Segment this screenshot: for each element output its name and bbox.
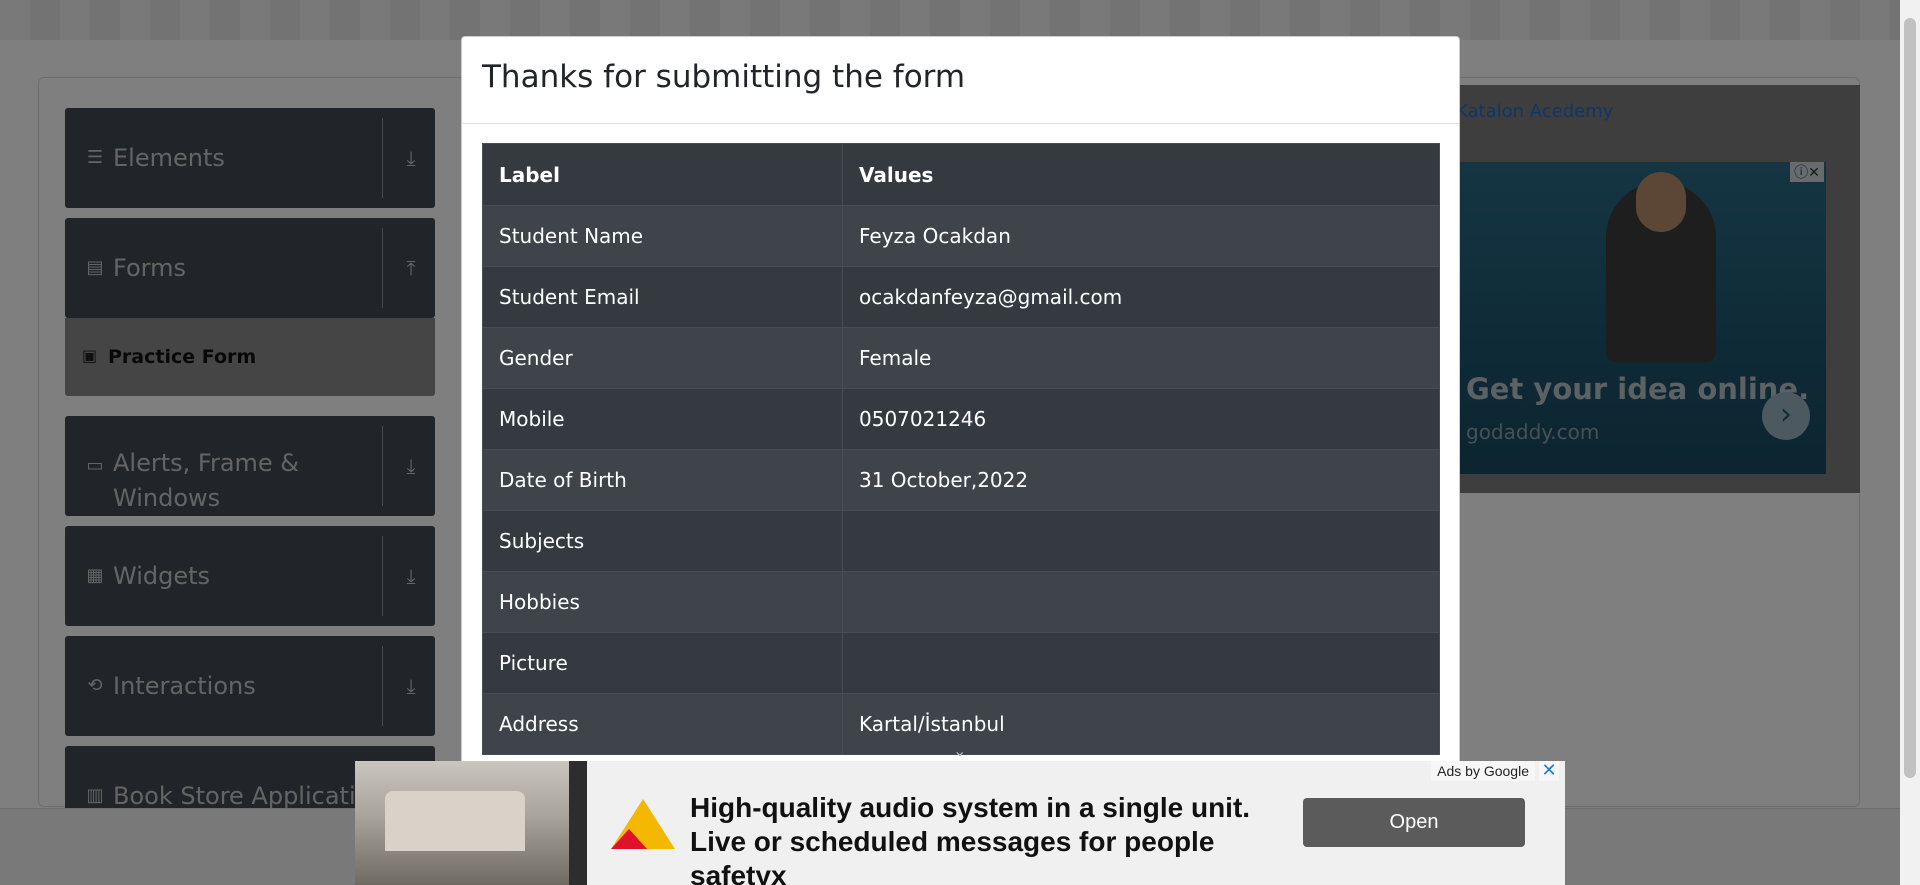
row-value: Feyza Ocakdan — [842, 205, 1440, 267]
row-value — [842, 571, 1440, 633]
row-label: Picture — [482, 632, 843, 694]
submission-table: Label Values Student Name Feyza Ocakdan … — [482, 143, 1440, 755]
modal-header: Thanks for submitting the form — [462, 37, 1459, 124]
ad-photo-post — [569, 761, 587, 885]
open-button[interactable]: Open — [1303, 798, 1525, 847]
column-header: Label — [482, 143, 843, 206]
table-header-row: Label Values — [482, 143, 1440, 206]
row-value: 0507021246 — [842, 388, 1440, 450]
ads-by-google-label[interactable]: Ads by Google — [1431, 761, 1535, 781]
close-icon[interactable]: ✕ — [1539, 761, 1559, 781]
chevron-down-icon: ⌄ — [953, 741, 967, 760]
row-label: Mobile — [482, 388, 843, 450]
row-label: Gender — [482, 327, 843, 389]
submission-modal: Thanks for submitting the form Label Val… — [461, 36, 1460, 885]
row-label: Hobbies — [482, 571, 843, 633]
brand-logo-accent — [611, 829, 647, 849]
row-value — [842, 510, 1440, 572]
row-label: Student Name — [482, 205, 843, 267]
vertical-scrollbar[interactable] — [1900, 0, 1920, 885]
ad-photo — [355, 761, 587, 885]
ad-headline: High-quality audio system in a single un… — [690, 792, 1251, 885]
table-row: Hobbies — [482, 571, 1440, 633]
scrollbar-thumb[interactable] — [1904, 18, 1916, 778]
column-header: Values — [842, 143, 1440, 206]
table-row: Date of Birth 31 October,2022 — [482, 449, 1440, 511]
row-value: 31 October,2022 — [842, 449, 1440, 511]
table-row: Gender Female — [482, 327, 1440, 389]
modal-title: Thanks for submitting the form — [482, 59, 966, 95]
row-value: ocakdanfeyza@gmail.com — [842, 266, 1440, 328]
row-label: Date of Birth — [482, 449, 843, 511]
row-label: Subjects — [482, 510, 843, 572]
row-label: Student Email — [482, 266, 843, 328]
table-row: Mobile 0507021246 — [482, 388, 1440, 450]
table-row: Student Email ocakdanfeyza@gmail.com — [482, 266, 1440, 328]
row-value — [842, 632, 1440, 694]
table-row: Subjects — [482, 510, 1440, 572]
bottom-ad[interactable]: High-quality audio system in a single un… — [355, 761, 1565, 885]
row-value: Kartal/İstanbul — [842, 693, 1440, 755]
table-row: Student Name Feyza Ocakdan — [482, 205, 1440, 267]
row-label: Address — [482, 693, 843, 755]
table-row: Picture — [482, 632, 1440, 694]
ad-photo-building — [385, 791, 525, 851]
row-value: Female — [842, 327, 1440, 389]
